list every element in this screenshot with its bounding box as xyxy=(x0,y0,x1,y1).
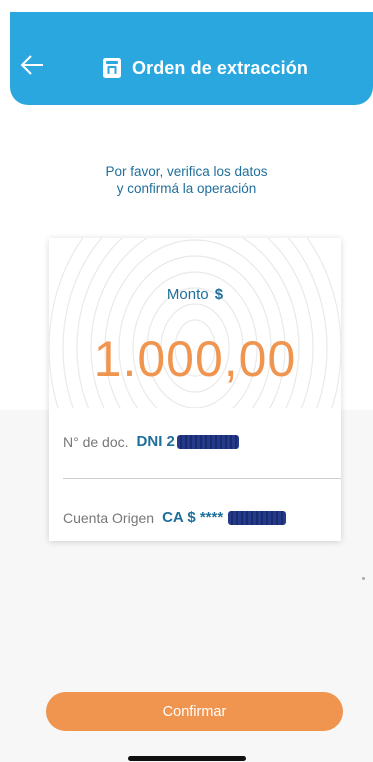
instruction-text: Por favor, verifica los datos y confirmá… xyxy=(0,163,373,197)
app-header: Orden de extracción xyxy=(10,12,373,105)
back-button[interactable] xyxy=(20,52,46,78)
instruction-line-1: Por favor, verifica los datos xyxy=(105,164,268,179)
redacted-document-number xyxy=(176,434,239,449)
redacted-account-number xyxy=(228,510,287,525)
amount-label: Monto $ xyxy=(49,286,341,303)
instruction-line-2: y confirmá la operación xyxy=(116,181,257,196)
document-value: DNI 2 xyxy=(136,433,175,450)
amount-value: 1.000,00 xyxy=(93,331,297,387)
atm-icon xyxy=(103,58,121,78)
home-indicator xyxy=(128,756,246,761)
operation-summary-card: Monto $ 1.000,00 N° de doc. DNI 2 Cuenta… xyxy=(49,238,341,541)
document-label: N° de doc. xyxy=(63,433,129,450)
document-row: N° de doc. DNI 2 xyxy=(63,433,327,450)
account-row: Cuenta Origen CA $ **** xyxy=(63,509,327,526)
amount-label-text: Monto xyxy=(166,286,209,303)
page-title: Orden de extracción xyxy=(132,57,308,78)
account-value: CA $ **** xyxy=(162,509,224,526)
header-title: Orden de extracción xyxy=(102,55,308,81)
confirm-button[interactable]: Confirmar xyxy=(46,692,343,731)
divider xyxy=(63,478,341,479)
account-label: Cuenta Origen xyxy=(63,509,155,526)
currency-symbol: $ xyxy=(214,286,224,303)
scroll-dot xyxy=(362,577,365,580)
arrow-left-icon xyxy=(20,55,43,75)
